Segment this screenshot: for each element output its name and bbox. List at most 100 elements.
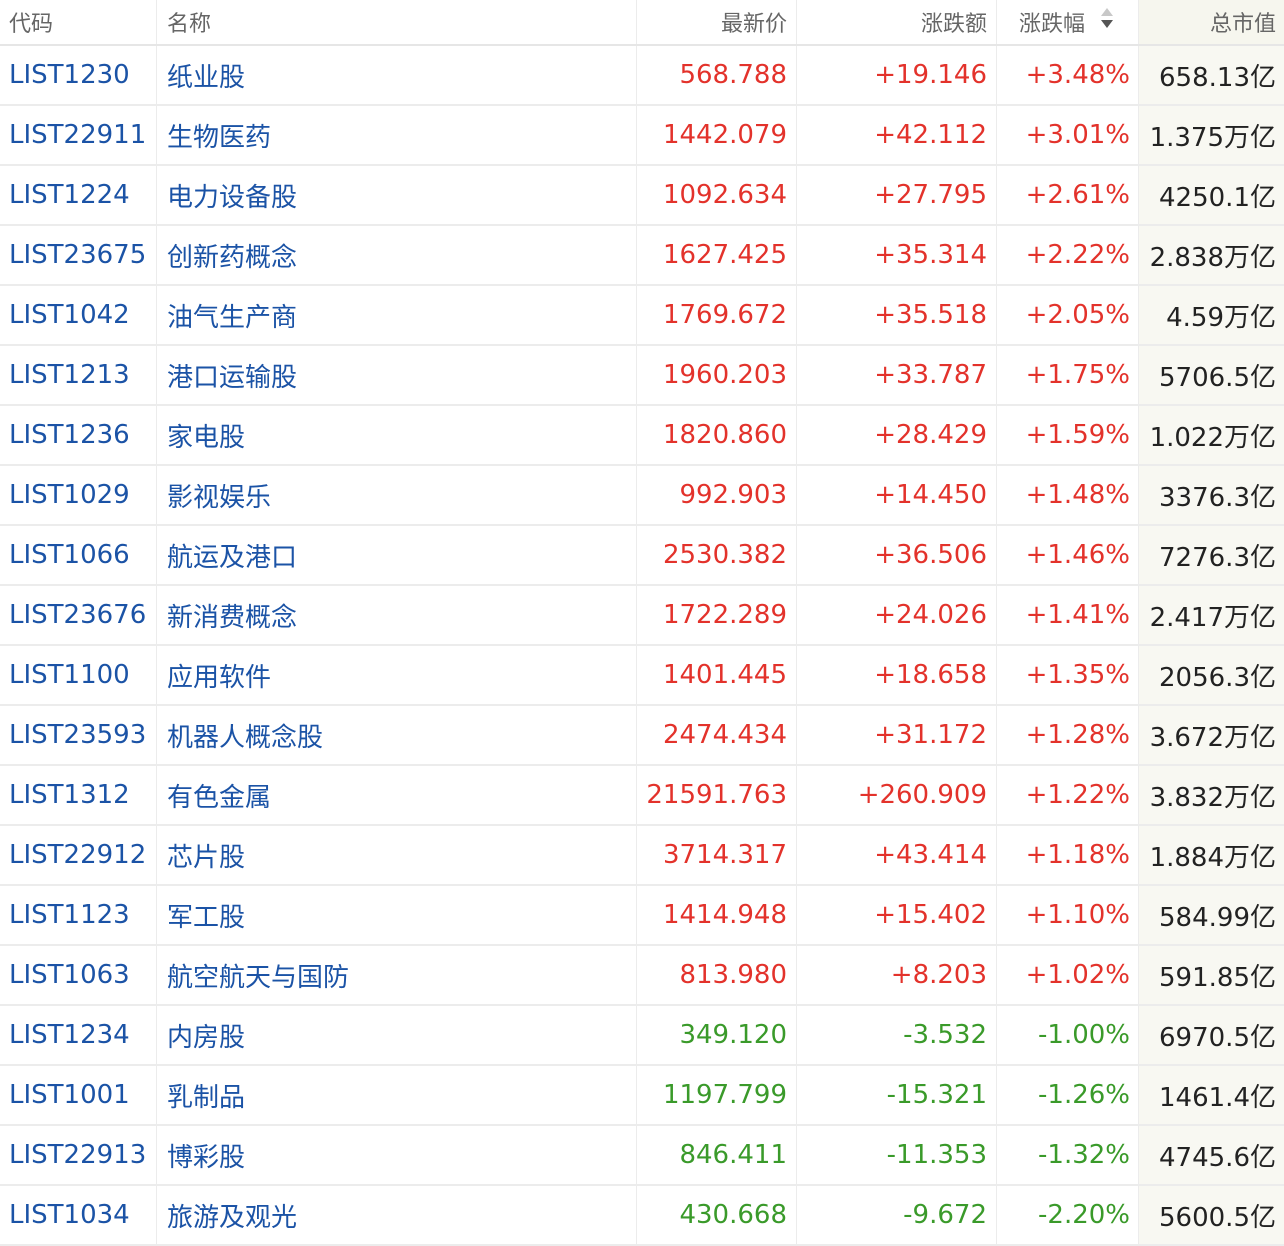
code-link[interactable]: LIST1042 xyxy=(9,300,130,330)
row-name[interactable]: 油气生产商 xyxy=(157,286,637,344)
name-link[interactable]: 影视娱乐 xyxy=(167,477,271,514)
row-name[interactable]: 乳制品 xyxy=(157,1066,637,1124)
name-link[interactable]: 油气生产商 xyxy=(167,297,297,334)
row-code[interactable]: LIST1224 xyxy=(0,166,157,224)
row-name[interactable]: 应用软件 xyxy=(157,646,637,704)
table-row[interactable]: LIST1312 有色金属 21591.763 +260.909 +1.22% … xyxy=(0,766,1284,826)
name-link[interactable]: 军工股 xyxy=(167,897,245,934)
name-link[interactable]: 应用软件 xyxy=(167,657,271,694)
code-link[interactable]: LIST1001 xyxy=(9,1080,130,1110)
table-row[interactable]: LIST22913 博彩股 846.411 -11.353 -1.32% 474… xyxy=(0,1126,1284,1186)
row-name[interactable]: 港口运输股 xyxy=(157,346,637,404)
code-link[interactable]: LIST1063 xyxy=(9,960,130,990)
table-row[interactable]: LIST1042 油气生产商 1769.672 +35.518 +2.05% 4… xyxy=(0,286,1284,346)
row-code[interactable]: LIST1312 xyxy=(0,766,157,824)
name-link[interactable]: 航运及港口 xyxy=(167,537,297,574)
row-code[interactable]: LIST1034 xyxy=(0,1186,157,1244)
name-link[interactable]: 生物医药 xyxy=(167,117,271,154)
row-code[interactable]: LIST1042 xyxy=(0,286,157,344)
row-name[interactable]: 博彩股 xyxy=(157,1126,637,1184)
row-code[interactable]: LIST1236 xyxy=(0,406,157,464)
header-name[interactable]: 名称 xyxy=(157,0,637,44)
code-link[interactable]: LIST1066 xyxy=(9,540,130,570)
name-link[interactable]: 家电股 xyxy=(167,417,245,454)
code-link[interactable]: LIST22911 xyxy=(9,120,146,150)
name-link[interactable]: 电力设备股 xyxy=(167,177,297,214)
code-link[interactable]: LIST1123 xyxy=(9,900,130,930)
table-row[interactable]: LIST1213 港口运输股 1960.203 +33.787 +1.75% 5… xyxy=(0,346,1284,406)
code-link[interactable]: LIST1034 xyxy=(9,1200,130,1230)
name-link[interactable]: 芯片股 xyxy=(167,837,245,874)
table-row[interactable]: LIST1230 纸业股 568.788 +19.146 +3.48% 658.… xyxy=(0,46,1284,106)
row-name[interactable]: 纸业股 xyxy=(157,46,637,104)
code-link[interactable]: LIST1230 xyxy=(9,60,130,90)
code-link[interactable]: LIST1224 xyxy=(9,180,130,210)
table-row[interactable]: LIST1063 航空航天与国防 813.980 +8.203 +1.02% 5… xyxy=(0,946,1284,1006)
table-row[interactable]: LIST1123 军工股 1414.948 +15.402 +1.10% 584… xyxy=(0,886,1284,946)
code-link[interactable]: LIST1213 xyxy=(9,360,130,390)
row-code[interactable]: LIST1063 xyxy=(0,946,157,1004)
header-change[interactable]: 涨跌额 xyxy=(797,0,997,44)
row-code[interactable]: LIST1066 xyxy=(0,526,157,584)
table-row[interactable]: LIST22912 芯片股 3714.317 +43.414 +1.18% 1.… xyxy=(0,826,1284,886)
code-link[interactable]: LIST22913 xyxy=(9,1140,146,1170)
table-row[interactable]: LIST1224 电力设备股 1092.634 +27.795 +2.61% 4… xyxy=(0,166,1284,226)
code-link[interactable]: LIST23675 xyxy=(9,240,146,270)
table-row[interactable]: LIST1066 航运及港口 2530.382 +36.506 +1.46% 7… xyxy=(0,526,1284,586)
row-name[interactable]: 内房股 xyxy=(157,1006,637,1064)
table-row[interactable]: LIST22911 生物医药 1442.079 +42.112 +3.01% 1… xyxy=(0,106,1284,166)
name-link[interactable]: 港口运输股 xyxy=(167,357,297,394)
code-link[interactable]: LIST1100 xyxy=(9,660,130,690)
row-code[interactable]: LIST23676 xyxy=(0,586,157,644)
row-code[interactable]: LIST1029 xyxy=(0,466,157,524)
row-code[interactable]: LIST23675 xyxy=(0,226,157,284)
table-row[interactable]: LIST1234 内房股 349.120 -3.532 -1.00% 6970.… xyxy=(0,1006,1284,1066)
row-name[interactable]: 家电股 xyxy=(157,406,637,464)
row-name[interactable]: 旅游及观光 xyxy=(157,1186,637,1244)
code-link[interactable]: LIST1312 xyxy=(9,780,130,810)
row-name[interactable]: 新消费概念 xyxy=(157,586,637,644)
table-row[interactable]: LIST1236 家电股 1820.860 +28.429 +1.59% 1.0… xyxy=(0,406,1284,466)
row-code[interactable]: LIST1230 xyxy=(0,46,157,104)
table-row[interactable]: LIST23675 创新药概念 1627.425 +35.314 +2.22% … xyxy=(0,226,1284,286)
table-row[interactable]: LIST23676 新消费概念 1722.289 +24.026 +1.41% … xyxy=(0,586,1284,646)
name-link[interactable]: 航空航天与国防 xyxy=(167,957,349,994)
row-code[interactable]: LIST22912 xyxy=(0,826,157,884)
row-name[interactable]: 航运及港口 xyxy=(157,526,637,584)
table-row[interactable]: LIST1029 影视娱乐 992.903 +14.450 +1.48% 337… xyxy=(0,466,1284,526)
row-code[interactable]: LIST23593 xyxy=(0,706,157,764)
name-link[interactable]: 乳制品 xyxy=(167,1077,245,1114)
table-row[interactable]: LIST1034 旅游及观光 430.668 -9.672 -2.20% 560… xyxy=(0,1186,1284,1246)
row-name[interactable]: 电力设备股 xyxy=(157,166,637,224)
row-code[interactable]: LIST1234 xyxy=(0,1006,157,1064)
header-code[interactable]: 代码 xyxy=(0,0,157,44)
name-link[interactable]: 博彩股 xyxy=(167,1137,245,1174)
sort-descending-icon[interactable] xyxy=(1101,8,1114,28)
name-link[interactable]: 纸业股 xyxy=(167,57,245,94)
row-name[interactable]: 创新药概念 xyxy=(157,226,637,284)
row-code[interactable]: LIST1100 xyxy=(0,646,157,704)
row-name[interactable]: 机器人概念股 xyxy=(157,706,637,764)
row-name[interactable]: 有色金属 xyxy=(157,766,637,824)
row-name[interactable]: 影视娱乐 xyxy=(157,466,637,524)
row-code[interactable]: LIST22911 xyxy=(0,106,157,164)
name-link[interactable]: 机器人概念股 xyxy=(167,717,323,754)
code-link[interactable]: LIST23676 xyxy=(9,600,146,630)
header-price[interactable]: 最新价 xyxy=(637,0,797,44)
code-link[interactable]: LIST1029 xyxy=(9,480,130,510)
row-code[interactable]: LIST22913 xyxy=(0,1126,157,1184)
row-code[interactable]: LIST1213 xyxy=(0,346,157,404)
row-code[interactable]: LIST1001 xyxy=(0,1066,157,1124)
code-link[interactable]: LIST1236 xyxy=(9,420,130,450)
name-link[interactable]: 旅游及观光 xyxy=(167,1197,297,1234)
row-name[interactable]: 军工股 xyxy=(157,886,637,944)
name-link[interactable]: 内房股 xyxy=(167,1017,245,1054)
name-link[interactable]: 有色金属 xyxy=(167,777,271,814)
header-pct[interactable]: 涨跌幅 xyxy=(997,0,1139,44)
table-row[interactable]: LIST1001 乳制品 1197.799 -15.321 -1.26% 146… xyxy=(0,1066,1284,1126)
code-link[interactable]: LIST23593 xyxy=(9,720,146,750)
row-name[interactable]: 芯片股 xyxy=(157,826,637,884)
name-link[interactable]: 新消费概念 xyxy=(167,597,297,634)
row-name[interactable]: 航空航天与国防 xyxy=(157,946,637,1004)
row-name[interactable]: 生物医药 xyxy=(157,106,637,164)
